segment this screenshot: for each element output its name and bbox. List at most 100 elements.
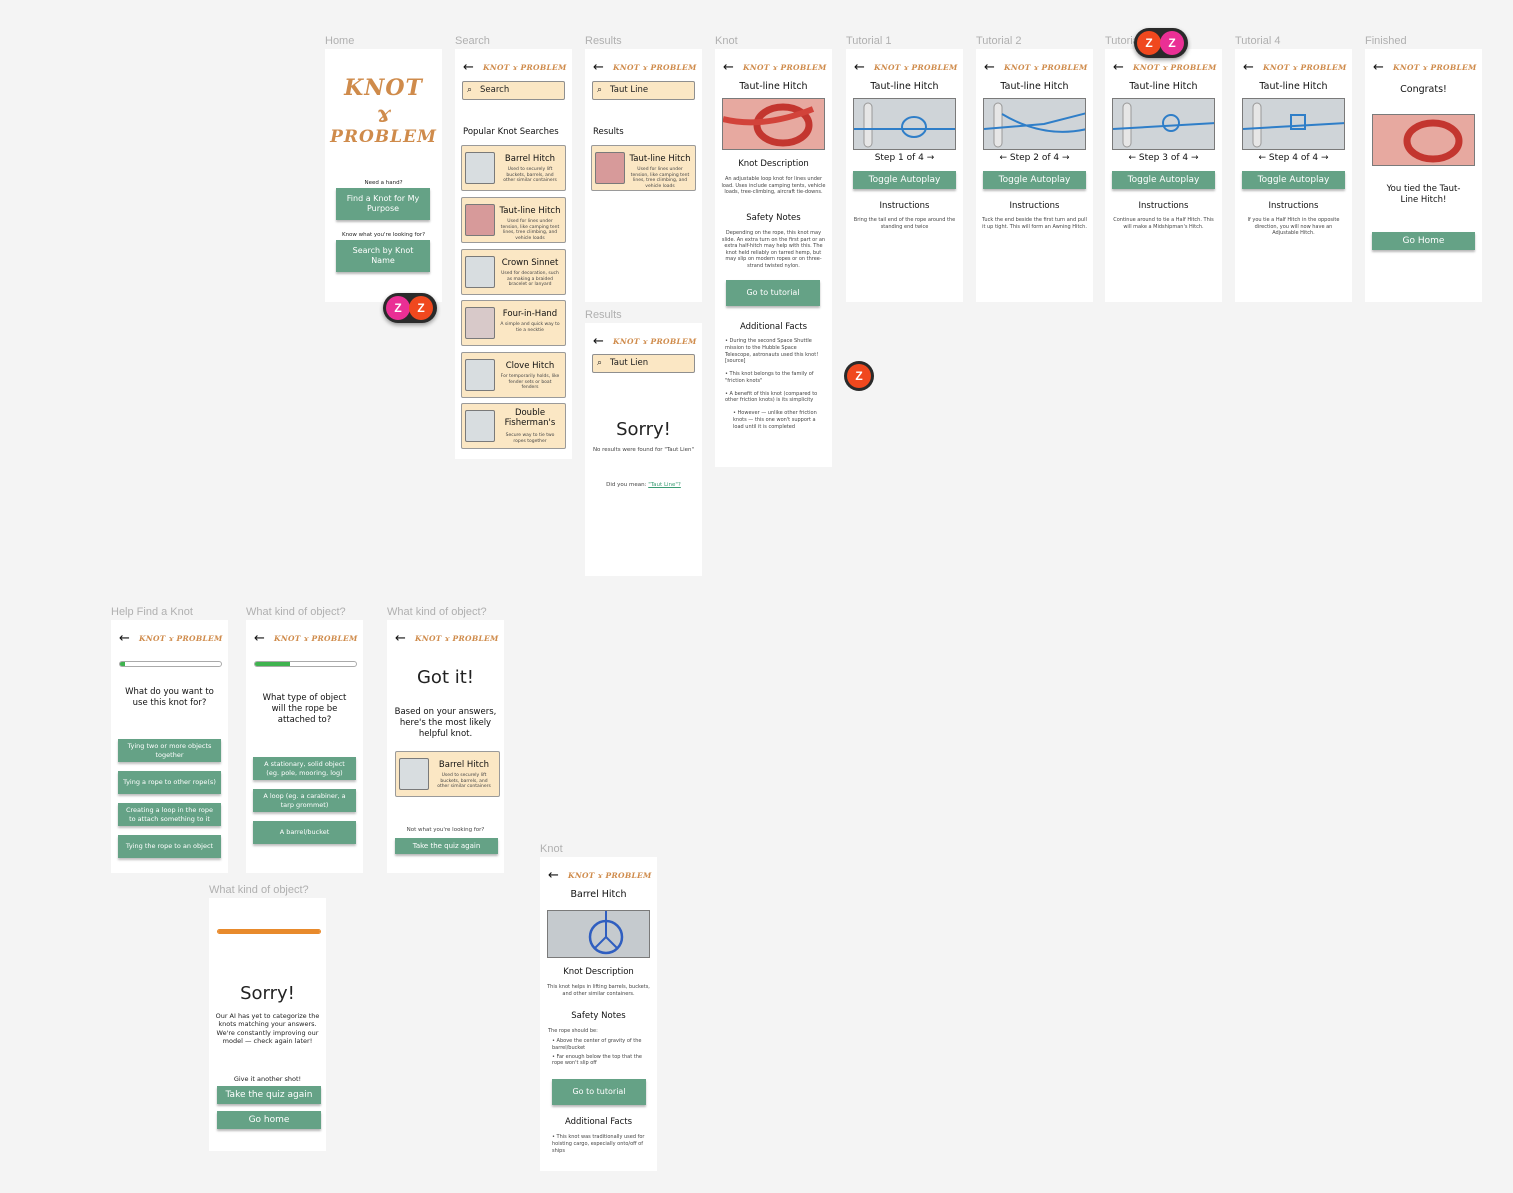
instructions-text: Tuck the end beside the first turn and p… — [982, 217, 1087, 230]
facts-list: • During the second Space Shuttle missio… — [725, 338, 824, 436]
back-arrow-icon[interactable]: ← — [593, 332, 604, 352]
popular-heading: Popular Knot Searches — [463, 127, 559, 137]
crown-sinnet-image — [465, 256, 495, 288]
frame-home: KNOT ɤ PROBLEM Need a hand? Find a Knot … — [325, 49, 442, 302]
frame-finished: ← KNOT ɤ PROBLEM Congrats! You tied the T… — [1365, 49, 1482, 302]
frame-label-search: Search — [455, 35, 490, 47]
fact-item: • This knot was traditionally used for h… — [552, 1134, 645, 1154]
suggestion-link[interactable]: "Taut Line"? — [648, 482, 681, 488]
quiz-question: What type of object will the rope be att… — [262, 693, 347, 726]
knot-card[interactable]: Taut-line Hitch Used for lines under tens… — [461, 197, 566, 243]
fact-text: A benefit of this knot (compared to othe… — [725, 390, 818, 404]
knot-card[interactable]: Taut-line Hitch Used for lines under tens… — [591, 145, 696, 191]
instructions-heading: Instructions — [1138, 201, 1189, 211]
card-title: Barrel Hitch — [438, 760, 490, 770]
search-input[interactable]: ⌕ Taut Lien — [592, 354, 695, 373]
fact-item: • However — unlike other friction knots … — [733, 410, 817, 430]
back-arrow-icon[interactable]: ← — [395, 629, 406, 649]
back-arrow-icon[interactable]: ← — [854, 58, 865, 78]
frame-knot: ← KNOT ɤ PROBLEM Taut-line Hitch Knot Des… — [715, 49, 832, 467]
knot-logo-icon: ɤ — [376, 101, 391, 127]
sorry-message: Our AI has yet to categorize the knots m… — [215, 1012, 320, 1046]
frame-help-find: ← KNOT ɤ PROBLEM What do you want to use … — [111, 620, 228, 873]
app-logo-small: KNOT ɤ PROBLEM — [1393, 63, 1477, 72]
results-heading: Results — [593, 127, 624, 137]
back-arrow-icon[interactable]: ← — [1243, 58, 1254, 78]
knot-title: Taut-line Hitch — [1129, 81, 1198, 92]
quiz-option[interactable]: A barrel/bucket — [253, 821, 356, 844]
app-logo-small: KNOT ɤ PROBLEM — [1004, 63, 1088, 72]
instructions-heading: Instructions — [879, 201, 930, 211]
facts-heading: Additional Facts — [739, 322, 808, 332]
next-arrow-icon[interactable]: → — [927, 153, 935, 163]
step-text: Step 2 of 4 — [1009, 153, 1060, 163]
knot-image — [722, 98, 825, 150]
knot-card[interactable]: Barrel Hitch Used to securely lift bucket… — [461, 145, 566, 191]
next-arrow-icon[interactable]: → — [1321, 153, 1329, 163]
quiz-question: What do you want to use this knot for? — [125, 687, 214, 709]
card-desc: Used for decoration, such as making a br… — [501, 271, 559, 288]
toggle-autoplay-button[interactable]: Toggle Autoplay — [1242, 171, 1345, 189]
step-indicator: ← Step 2 of 4 → — [976, 153, 1093, 163]
back-arrow-icon[interactable]: ← — [463, 58, 474, 78]
go-home-button[interactable]: Go home — [217, 1111, 321, 1129]
quiz-option[interactable]: Tying the rope to an object — [118, 835, 221, 858]
app-logo-small: KNOT ɤ PROBLEM — [415, 634, 499, 643]
collaborator-cursors: Z Z — [1134, 28, 1188, 58]
knot-card[interactable]: Crown Sinnet Used for decoration, such as… — [461, 249, 566, 295]
facts-list: • This knot was traditionally used for h… — [552, 1134, 649, 1160]
knot-card[interactable]: Four-in-Hand A simple and quick way to ti… — [461, 300, 566, 346]
toggle-autoplay-button[interactable]: Toggle Autoplay — [853, 171, 956, 189]
retake-quiz-button[interactable]: Take the quiz again — [217, 1086, 321, 1104]
quiz-progress-bar — [254, 661, 357, 667]
prev-arrow-icon[interactable]: ← — [999, 153, 1007, 163]
desc-heading: Knot Description — [563, 967, 634, 977]
desc-heading: Knot Description — [738, 159, 809, 169]
quiz-option[interactable]: Tying a rope to other rope(s) — [118, 771, 221, 794]
prev-arrow-icon[interactable]: ← — [1128, 153, 1136, 163]
app-logo-small: KNOT ɤ PROBLEM — [874, 63, 958, 72]
go-to-tutorial-button[interactable]: Go to tutorial — [552, 1079, 646, 1105]
back-arrow-icon[interactable]: ← — [548, 866, 559, 886]
no-results-text: No results were found for "Taut Lien" — [592, 447, 695, 453]
next-arrow-icon[interactable]: → — [1062, 153, 1070, 163]
back-arrow-icon[interactable]: ← — [1373, 58, 1384, 78]
quiz-option[interactable]: Creating a loop in the rope to attach so… — [118, 803, 221, 826]
progress-fill — [218, 930, 320, 933]
app-logo-small: KNOT ɤ PROBLEM — [613, 337, 697, 346]
toggle-autoplay-button[interactable]: Toggle Autoplay — [1112, 171, 1215, 189]
quiz-option[interactable]: Tying two or more objects together — [118, 739, 221, 762]
card-desc: A simple and quick way to tie a necktie — [500, 322, 560, 333]
search-by-name-button[interactable]: Search by Knot Name — [336, 240, 430, 272]
search-input[interactable]: ⌕ Search — [462, 81, 565, 100]
knot-card[interactable]: Clove Hitch For temporarily holds, like f… — [461, 352, 566, 398]
search-input[interactable]: ⌕ Taut Line — [592, 81, 695, 100]
retake-quiz-button[interactable]: Take the quiz again — [395, 838, 498, 854]
toggle-autoplay-button[interactable]: Toggle Autoplay — [983, 171, 1086, 189]
avatar: Z — [847, 364, 871, 388]
step-text: Step 3 of 4 — [1138, 153, 1189, 163]
back-arrow-icon[interactable]: ← — [119, 629, 130, 649]
app-logo-small: KNOT ɤ PROBLEM — [568, 871, 652, 880]
back-arrow-icon[interactable]: ← — [723, 58, 734, 78]
sorry-heading: Sorry! — [616, 419, 671, 440]
find-knot-button[interactable]: Find a Knot for My Purpose — [336, 188, 430, 220]
back-arrow-icon[interactable]: ← — [254, 629, 265, 649]
go-to-tutorial-button[interactable]: Go to tutorial — [726, 280, 820, 306]
knot-card[interactable]: Double Fisherman's Secure way to tie two … — [461, 403, 566, 449]
four-in-hand-image — [465, 307, 495, 339]
quiz-option[interactable]: A loop (eg. a carabiner, a tarp grommet) — [253, 789, 356, 812]
prev-arrow-icon[interactable]: ← — [1258, 153, 1266, 163]
fact-text: This knot belongs to the family of "fric… — [725, 371, 814, 384]
go-home-button[interactable]: Go Home — [1372, 232, 1475, 250]
back-arrow-icon[interactable]: ← — [593, 58, 604, 78]
knot-card[interactable]: Barrel Hitch Used to securely lift bucket… — [395, 751, 500, 797]
next-arrow-icon[interactable]: → — [1191, 153, 1199, 163]
safety-list: • Above the center of gravity of the bar… — [552, 1038, 649, 1073]
back-arrow-icon[interactable]: ← — [1113, 58, 1124, 78]
back-arrow-icon[interactable]: ← — [984, 58, 995, 78]
frame-quiz-result: ← KNOT ɤ PROBLEM Got it! Based on your an… — [387, 620, 504, 873]
quiz-option[interactable]: A stationary, solid object (eg. pole, mo… — [253, 757, 356, 780]
step-indicator: ← Step 4 of 4 → — [1235, 153, 1352, 163]
frame-tutorial-4: ← KNOT ɤ PROBLEM Taut-line Hitch ← Step 4… — [1235, 49, 1352, 302]
